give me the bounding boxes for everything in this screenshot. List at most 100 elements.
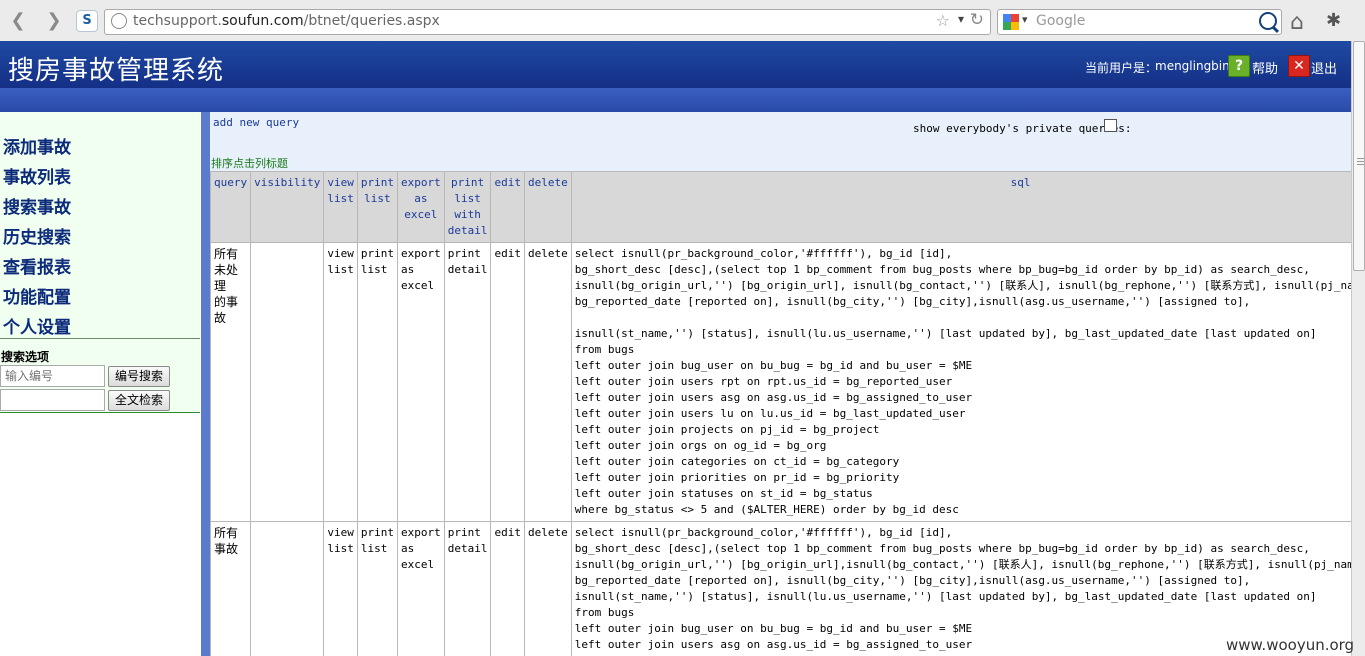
logout-link[interactable]: 退出 xyxy=(1311,58,1337,77)
sidebar-item-reports[interactable]: 查看报表 xyxy=(3,253,71,278)
sql-line: left outer join categories on ct_id = bg… xyxy=(574,455,900,468)
sql-line: left outer join users rpt on rpt.us_id =… xyxy=(574,375,953,388)
sql-line: from bugs xyxy=(574,343,635,356)
sidebar-item-bug-list[interactable]: 事故列表 xyxy=(3,163,71,188)
sql-line: left outer join orgs on og_id = bg_org xyxy=(574,439,827,452)
search-options-title: 搜索选项 xyxy=(1,350,50,364)
edit-link[interactable]: edit xyxy=(490,521,525,656)
add-query-link[interactable]: add new query xyxy=(213,116,299,129)
sidebar-item-add-bug[interactable]: 添加事故 xyxy=(3,133,71,158)
site-favicon-icon: S xyxy=(76,10,98,32)
scrollbar-thumb[interactable] xyxy=(1353,41,1365,271)
search-placeholder: Google xyxy=(1036,13,1086,29)
search-options-panel: 搜索选项 编号搜索 全文检索 xyxy=(0,339,200,413)
sql-line: left outer join projects on pj_id = bg_p… xyxy=(574,423,880,436)
col-export-excel[interactable]: export as excel xyxy=(396,171,445,243)
sql-line: select isnull(pr_background_color,'#ffff… xyxy=(574,247,953,260)
fulltext-search-button[interactable]: 全文检索 xyxy=(108,390,170,411)
sql-line: left outer join users lu on lu.us_id = b… xyxy=(574,407,966,420)
delete-link[interactable]: delete xyxy=(523,242,572,522)
home-icon[interactable]: ⌂ xyxy=(1290,10,1304,35)
app-title: 搜房事故管理系统 xyxy=(8,56,225,86)
col-visibility[interactable]: visibility xyxy=(250,171,325,243)
view-list-link[interactable]: view list xyxy=(323,521,358,656)
globe-icon xyxy=(111,13,127,29)
col-delete[interactable]: delete xyxy=(523,171,572,243)
sql-line: bg_short_desc [desc],(select top 1 bp_co… xyxy=(574,263,1310,276)
help-icon[interactable]: ? xyxy=(1228,55,1250,77)
reload-icon[interactable]: ↻ xyxy=(970,10,984,30)
sql-line: bg_reported_date [reported on], isnull(b… xyxy=(574,295,1251,308)
bookmark-star-icon[interactable]: ☆ xyxy=(936,11,950,30)
query-name: 所有未处理 的事故 xyxy=(210,242,252,522)
sql-line: from bugs xyxy=(574,606,635,619)
query-visibility xyxy=(250,521,325,656)
sql-line: isnull(st_name,'') [status], isnull(lu.u… xyxy=(574,590,1317,603)
sql-line: left outer join statuses on st_id = bg_s… xyxy=(574,487,873,500)
col-print-detail[interactable]: print list with detail xyxy=(443,171,492,243)
view-list-link[interactable]: view list xyxy=(323,242,358,522)
current-user-label: 当前用户是： xyxy=(1085,61,1158,75)
sidebar: 添加事故 事故列表 搜索事故 历史搜索 查看报表 功能配置 个人设置 搜索选项 … xyxy=(0,112,200,656)
sql-line: left outer join bug_user on bu_bug = bg_… xyxy=(574,359,973,372)
sql-line: left outer join users asg on asg.us_id =… xyxy=(574,391,973,404)
grip-icon xyxy=(1357,158,1364,159)
sidebar-item-search-bugs[interactable]: 搜索事故 xyxy=(3,193,71,218)
col-query[interactable]: query xyxy=(210,171,252,243)
table-header-row: query visibility view list print list expo… xyxy=(210,171,1351,243)
col-edit[interactable]: edit xyxy=(490,171,525,243)
col-view-list[interactable]: view list xyxy=(323,171,358,243)
search-icon[interactable] xyxy=(1259,12,1277,30)
table-row: 所有未处理 的事故 view list print list export as exc… xyxy=(210,242,1351,522)
forward-icon[interactable]: ❯ xyxy=(42,10,66,32)
main-content: add new query show everybody's private q… xyxy=(210,112,1351,656)
search-input[interactable]: ▾ Google xyxy=(997,9,1282,35)
sidebar-item-settings[interactable]: 功能配置 xyxy=(3,283,71,308)
sql-line: isnull(bg_origin_url,'') [bg_origin_url]… xyxy=(574,279,1351,292)
id-search-button[interactable]: 编号搜索 xyxy=(108,366,170,387)
sql-line xyxy=(575,310,1351,326)
url-text: techsupport.soufun.com/btnet/queries.asp… xyxy=(133,13,440,29)
google-icon xyxy=(1003,14,1019,30)
edit-link[interactable]: edit xyxy=(490,242,525,522)
delete-link[interactable]: delete xyxy=(523,521,572,656)
print-detail-link[interactable]: print detail xyxy=(443,242,492,522)
engine-dropdown-icon[interactable]: ▾ xyxy=(1022,13,1028,26)
sidebar-item-history-search[interactable]: 历史搜索 xyxy=(3,223,71,248)
query-sql: select isnull(pr_background_color,'#ffff… xyxy=(570,242,1351,522)
sidebar-item-profile[interactable]: 个人设置 xyxy=(3,313,71,338)
help-link[interactable]: 帮助 xyxy=(1252,58,1278,77)
browser-toolbar: ❮ ❯ S techsupport.soufun.com/btnet/queri… xyxy=(0,0,1365,42)
export-excel-link[interactable]: export as excel xyxy=(396,521,445,656)
bug-id-input[interactable] xyxy=(0,365,105,387)
queries-table: query visibility view list print list expo… xyxy=(210,171,1351,656)
sql-line: left outer join priorities on pr_id = bg… xyxy=(574,471,900,484)
print-list-link[interactable]: print list xyxy=(356,242,398,522)
addon-icon[interactable]: ✱ xyxy=(1326,10,1341,31)
page-scrollbar[interactable] xyxy=(1351,41,1365,656)
print-list-link[interactable]: print list xyxy=(356,521,398,656)
query-name: 所有事故 xyxy=(210,521,252,656)
watermark: www.wooyun.org xyxy=(1226,636,1355,654)
sql-line: bg_short_desc [desc],(select top 1 bp_co… xyxy=(574,542,1310,555)
chevron-down-icon[interactable]: ▾ xyxy=(958,12,964,26)
private-queries-checkbox[interactable] xyxy=(1104,119,1117,132)
back-icon[interactable]: ❮ xyxy=(6,10,30,32)
sql-line: isnull(st_name,'') [status], isnull(lu.u… xyxy=(574,327,1317,340)
address-bar[interactable]: techsupport.soufun.com/btnet/queries.asp… xyxy=(104,9,991,35)
sql-line: select isnull(pr_background_color,'#ffff… xyxy=(574,526,953,539)
table-row: 所有事故 view list print list export as excel p… xyxy=(210,521,1351,656)
sidebar-divider xyxy=(201,112,210,656)
close-icon[interactable]: ✕ xyxy=(1288,55,1310,77)
sql-line: bg_reported_date [reported on], isnull(b… xyxy=(574,574,1251,587)
col-print-list[interactable]: print list xyxy=(356,171,398,243)
query-visibility xyxy=(250,242,325,522)
col-sql[interactable]: sql xyxy=(570,171,1351,243)
sidebar-menu: 添加事故 事故列表 搜索事故 历史搜索 查看报表 功能配置 个人设置 xyxy=(0,112,200,339)
fulltext-input[interactable] xyxy=(0,389,105,411)
current-user-name: menglingbin xyxy=(1155,59,1230,73)
sort-hint: 排序点击列标题 xyxy=(211,157,288,170)
export-excel-link[interactable]: export as excel xyxy=(396,242,445,522)
print-detail-link[interactable]: print detail xyxy=(443,521,492,656)
header-subbar xyxy=(0,88,1351,112)
